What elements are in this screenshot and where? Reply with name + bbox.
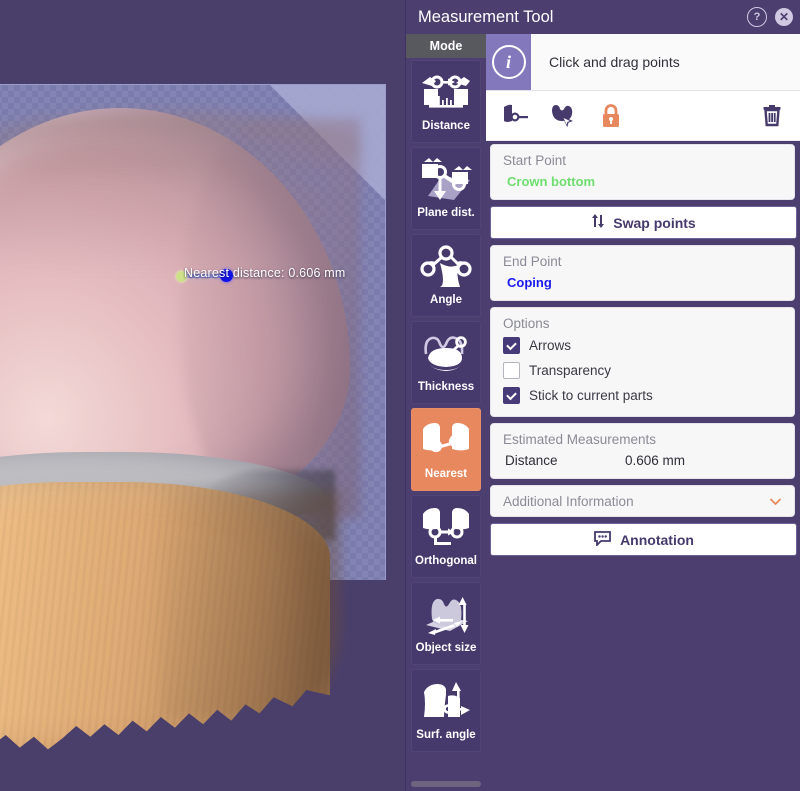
mode-list: Distance Plane dist. Angle Thickness Nea… bbox=[411, 60, 483, 756]
sidebar-label: Surf. angle bbox=[416, 729, 476, 741]
swap-points-label: Swap points bbox=[613, 214, 696, 231]
speech-bubble-icon bbox=[593, 530, 612, 549]
delete-icon[interactable] bbox=[757, 101, 787, 131]
sidebar-label: Orthogonal bbox=[415, 555, 477, 567]
measurement-key: Distance bbox=[505, 453, 558, 468]
additional-information-title: Additional Information bbox=[503, 493, 634, 509]
thickness-icon bbox=[415, 321, 477, 382]
annotation-label: Annotation bbox=[620, 531, 694, 548]
checkbox-transparency[interactable] bbox=[503, 362, 520, 379]
sidebar-item-thickness[interactable]: Thickness bbox=[411, 321, 481, 404]
plane-distance-icon bbox=[415, 147, 477, 208]
start-point-card: Start Point Crown bottom bbox=[490, 144, 795, 200]
sidebar-item-plane-dist[interactable]: Plane dist. bbox=[411, 147, 481, 230]
measurement-value: 0.606 mm bbox=[625, 453, 686, 468]
lock-icon[interactable] bbox=[596, 101, 626, 131]
info-text: Click and drag points bbox=[549, 54, 680, 70]
panel-content: i Click and drag points Start Point Crow… bbox=[486, 34, 800, 791]
settings-scroll-area: Start Point Crown bottom Swap points End… bbox=[486, 140, 800, 791]
sidebar-item-nearest[interactable]: Nearest bbox=[411, 408, 481, 491]
surface-angle-icon bbox=[415, 669, 477, 730]
select-part-icon[interactable] bbox=[548, 101, 578, 131]
start-point-title: Start Point bbox=[503, 153, 567, 168]
end-point-title: End Point bbox=[503, 254, 562, 269]
sidebar-item-angle[interactable]: Angle bbox=[411, 234, 481, 317]
option-label: Arrows bbox=[529, 338, 572, 353]
help-icon[interactable]: ? bbox=[747, 7, 767, 27]
panel-titlebar: Measurement Tool ? ✕ bbox=[406, 0, 800, 34]
die-side-shading bbox=[160, 490, 340, 720]
chevron-down-icon[interactable] bbox=[769, 495, 782, 508]
info-glyph: i bbox=[491, 45, 526, 79]
annotation-button[interactable]: Annotation bbox=[490, 523, 797, 556]
sidebar-label: Nearest bbox=[424, 468, 468, 480]
estimated-measurements-card: Estimated Measurements Distance 0.606 mm bbox=[490, 423, 795, 479]
mode-rail-scrollbar[interactable] bbox=[411, 781, 481, 787]
sidebar-item-surf-angle[interactable]: Surf. angle bbox=[411, 669, 481, 752]
sidebar-label: Plane dist. bbox=[417, 207, 475, 219]
estimated-measurements-title: Estimated Measurements bbox=[503, 432, 657, 447]
options-card: Options Arrows Transparency Stick to cur… bbox=[490, 307, 795, 417]
sidebar-item-orthogonal[interactable]: Orthogonal bbox=[411, 495, 481, 578]
sidebar-label: Distance bbox=[422, 120, 470, 132]
3d-viewport[interactable]: Nearest distance: 0.606 mm bbox=[0, 0, 405, 791]
close-icon[interactable]: ✕ bbox=[775, 8, 793, 26]
info-bar: i Click and drag points bbox=[486, 34, 800, 91]
end-point-card: End Point Coping bbox=[490, 245, 795, 301]
sidebar-item-distance[interactable]: Distance bbox=[411, 60, 481, 143]
option-label: Transparency bbox=[529, 363, 612, 378]
sidebar-item-object-size[interactable]: Object size bbox=[411, 582, 481, 665]
swap-arrows-icon bbox=[591, 213, 605, 232]
mode-rail-header: Mode bbox=[406, 34, 486, 58]
panel-title: Measurement Tool bbox=[418, 7, 554, 26]
orthogonal-icon bbox=[415, 495, 477, 556]
panel-body: Mode Distance Plane dist. Angle Thicknes… bbox=[406, 34, 800, 791]
measurement-label: Nearest distance: 0.606 mm bbox=[184, 266, 346, 280]
sidebar-label: Angle bbox=[430, 294, 462, 306]
swap-points-button[interactable]: Swap points bbox=[490, 206, 797, 239]
measurement-tool-panel: Measurement Tool ? ✕ Mode Distance Plane… bbox=[405, 0, 800, 791]
option-stick-to-current-parts[interactable]: Stick to current parts bbox=[503, 387, 782, 404]
measurement-row: Distance 0.606 mm bbox=[503, 453, 782, 468]
nearest-icon bbox=[415, 408, 477, 469]
sidebar-label: Object size bbox=[415, 642, 477, 654]
sidebar-label: Thickness bbox=[417, 381, 475, 393]
mode-rail: Mode Distance Plane dist. Angle Thicknes… bbox=[406, 34, 486, 791]
option-arrows[interactable]: Arrows bbox=[503, 337, 782, 354]
pick-point-icon[interactable] bbox=[500, 101, 530, 131]
distance-icon bbox=[415, 60, 477, 121]
tool-row bbox=[486, 91, 800, 141]
angle-icon bbox=[415, 234, 477, 295]
info-icon: i bbox=[486, 34, 531, 90]
start-point-value[interactable]: Crown bottom bbox=[503, 174, 782, 189]
end-point-value[interactable]: Coping bbox=[503, 275, 782, 290]
additional-information-row[interactable]: Additional Information bbox=[490, 485, 795, 517]
options-title: Options bbox=[503, 316, 550, 331]
app-root: Nearest distance: 0.606 mm Measurement T… bbox=[0, 0, 800, 791]
option-label: Stick to current parts bbox=[529, 388, 653, 403]
option-transparency[interactable]: Transparency bbox=[503, 362, 782, 379]
checkbox-arrows[interactable] bbox=[503, 337, 520, 354]
checkbox-stick-to-current-parts[interactable] bbox=[503, 387, 520, 404]
object-size-icon bbox=[415, 582, 477, 643]
